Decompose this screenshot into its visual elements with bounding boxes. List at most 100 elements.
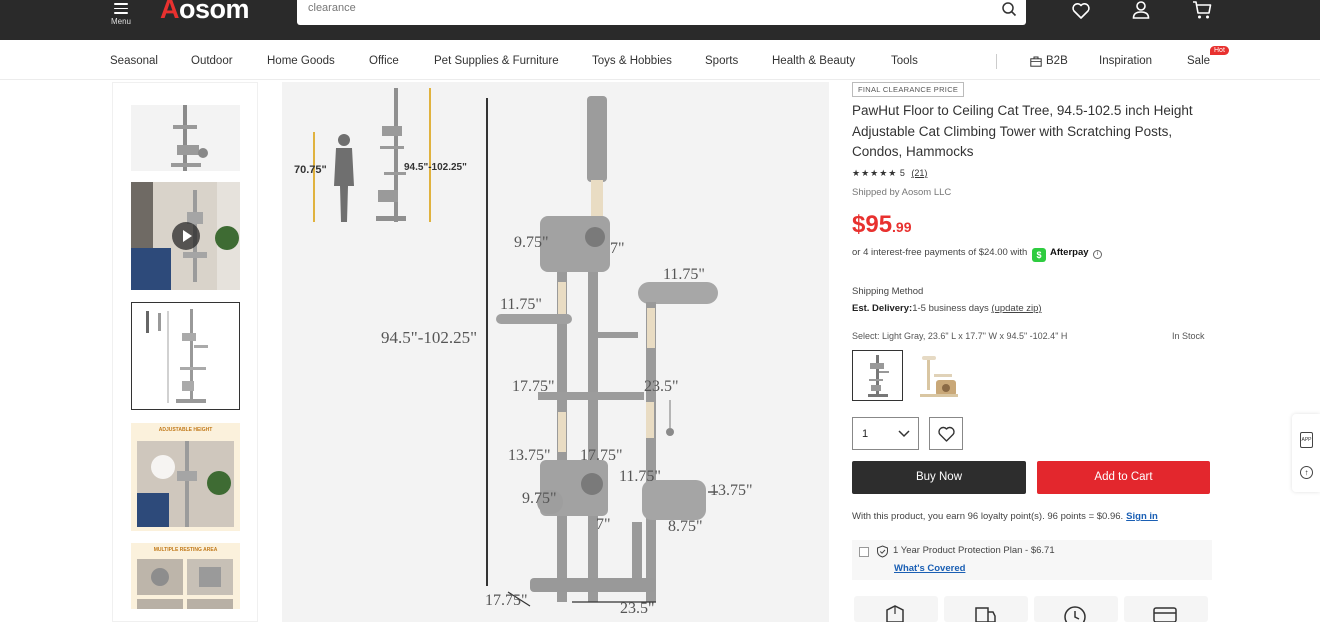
loyalty-points-line: With this product, you earn 96 loyalty p… — [852, 511, 1158, 522]
price-dollars: $95 — [852, 211, 893, 238]
add-to-cart-button[interactable]: Add to Cart — [1037, 461, 1210, 494]
shipping-method-label: Shipping Method — [852, 286, 924, 297]
rating-stars-icon: ★★★★★ — [852, 168, 898, 178]
nav-seasonal[interactable]: Seasonal — [110, 55, 158, 67]
floating-side-tools: APP ↑ — [1292, 414, 1320, 492]
variant-swatch-light-gray[interactable] — [852, 350, 903, 401]
feature-box-3 — [1034, 596, 1118, 622]
feature-box-1 — [854, 596, 938, 622]
back-to-top-icon[interactable]: ↑ — [1300, 466, 1313, 479]
nav-office[interactable]: Office — [369, 55, 399, 67]
app-download-icon[interactable]: APP — [1300, 432, 1313, 448]
dim-label-15: 23.5" — [620, 600, 655, 617]
review-count-link[interactable]: (21) — [911, 168, 927, 178]
main-product-image[interactable]: 70.75" 94.5"-102.25" 94.5"-102.25" 9.75"… — [282, 82, 829, 622]
thumbnail-adjustable-height[interactable]: ADJUSTABLE HEIGHT — [131, 423, 240, 531]
variant-swatch-beige[interactable] — [912, 350, 963, 401]
thumbnail-resting-area[interactable]: MULTIPLE RESTING AREA — [131, 543, 240, 609]
nav-sale[interactable]: Sale — [1187, 55, 1210, 67]
nav-inspiration[interactable]: Inspiration — [1099, 55, 1152, 67]
dim-label-14: 17.75" — [485, 592, 528, 609]
variant-select-text: Select: Light Gray, 23.6" L x 17.7" W x … — [852, 331, 1068, 341]
quantity-select[interactable]: 1 — [852, 417, 919, 450]
nav-divider — [996, 54, 997, 69]
play-video-icon[interactable] — [172, 222, 200, 250]
nav-b2b[interactable]: B2B — [1046, 55, 1068, 67]
dim-label-3: 11.75" — [663, 266, 705, 283]
feature-box-4 — [1124, 596, 1208, 622]
product-title: PawHut Floor to Ceiling Cat Tree, 94.5-1… — [852, 103, 1193, 159]
shield-icon — [877, 545, 888, 558]
dim-label-9: 11.75" — [619, 468, 661, 485]
dim-tree-range: 94.5"-102.25" — [381, 328, 478, 347]
afterpay-text: or 4 interest-free payments of $24.00 wi… — [852, 247, 1028, 258]
package-icon — [886, 605, 904, 622]
search-input[interactable] — [308, 2, 958, 14]
menu-button[interactable]: Menu — [108, 0, 134, 26]
feature-box-2 — [944, 596, 1028, 622]
afterpay-logo-icon: $ — [1031, 248, 1046, 262]
swatch-gray-tree-image — [868, 355, 889, 397]
nav-outdoor[interactable]: Outdoor — [191, 55, 233, 67]
dim-label-4: 11.75" — [500, 296, 542, 313]
shipped-by: Shipped by Aosom LLC — [852, 187, 952, 198]
search-icon[interactable] — [1001, 1, 1017, 17]
hot-badge: Hot — [1210, 46, 1229, 55]
final-clearance-badge: FINAL CLEARANCE PRICE — [852, 82, 965, 97]
protection-plan-checkbox[interactable] — [859, 547, 869, 557]
whats-covered-link[interactable]: What's Covered — [894, 563, 965, 574]
loyalty-text: With this product, you earn 96 loyalty p… — [852, 511, 1124, 522]
thumbnail-3-selected[interactable] — [131, 302, 240, 410]
credit-card-icon — [1153, 607, 1177, 622]
thumb-caption-resting: MULTIPLE RESTING AREA — [153, 547, 218, 553]
swatch-beige-tree-image — [920, 356, 958, 397]
info-icon[interactable]: i — [1093, 250, 1103, 259]
dim-label-10: 9.75" — [522, 490, 557, 507]
nav-tools[interactable]: Tools — [891, 55, 918, 67]
nav-sports[interactable]: Sports — [705, 55, 738, 67]
dim-label-6: 23.5" — [644, 378, 679, 395]
nav-health-beauty[interactable]: Health & Beauty — [772, 55, 855, 67]
dim-label-7: 13.75" — [508, 447, 551, 464]
rating-row: ★★★★★ 5 (21) — [852, 168, 927, 179]
hamburger-icon — [114, 3, 128, 14]
clock-icon — [1064, 606, 1086, 622]
protection-plan-label: 1 Year Product Protection Plan - $6.71 — [893, 545, 1055, 556]
est-delivery: Est. Delivery:1-5 business days (update … — [852, 303, 1042, 314]
aosom-logo[interactable]: Aosom — [160, 0, 250, 25]
cat-tree-thumb-image — [171, 105, 208, 171]
est-delivery-label: Est. Delivery: — [852, 303, 913, 314]
est-delivery-value: 1-5 business days — [912, 303, 989, 314]
thumbnail-video[interactable] — [131, 182, 240, 290]
nav-home-goods[interactable]: Home Goods — [267, 55, 335, 67]
update-zip-link[interactable]: (update zip) — [991, 303, 1041, 314]
dim-label-5: 17.75" — [512, 378, 555, 395]
category-nav: Seasonal Outdoor Home Goods Office Pet S… — [0, 40, 1320, 80]
account-user-icon[interactable] — [1130, 0, 1152, 22]
dim-tree-range-small: 94.5"-102.25" — [404, 162, 467, 173]
dim-label-11: 13.75" — [710, 482, 753, 499]
dim-label-1: 9.75" — [514, 234, 549, 251]
protection-plan-box: 1 Year Product Protection Plan - $6.71 W… — [852, 540, 1212, 580]
dimensions-thumb-image — [146, 309, 208, 403]
heart-icon — [938, 426, 955, 442]
nav-pet-supplies[interactable]: Pet Supplies & Furniture — [434, 55, 559, 67]
price-cents: .99 — [892, 219, 912, 235]
search-bar — [297, 0, 1026, 25]
cat-tree-dimension-diagram — [313, 88, 718, 607]
afterpay-brand: Afterpay — [1049, 247, 1089, 258]
thumbnail-1[interactable] — [131, 105, 240, 171]
quantity-value: 1 — [862, 428, 869, 440]
buy-now-button[interactable]: Buy Now — [852, 461, 1026, 494]
top-bar: Menu Aosom — [0, 0, 1320, 40]
b2b-briefcase-icon — [1030, 56, 1042, 67]
shopping-cart-icon[interactable] — [1191, 0, 1213, 22]
nav-toys-hobbies[interactable]: Toys & Hobbies — [592, 55, 672, 67]
thumb-caption-adjustable: ADJUSTABLE HEIGHT — [158, 427, 213, 433]
menu-label: Menu — [110, 16, 131, 26]
dim-label-8: 17.75" — [580, 447, 623, 464]
wishlist-heart-icon[interactable] — [1070, 0, 1092, 22]
chevron-down-icon — [898, 430, 910, 438]
add-to-wishlist-button[interactable] — [929, 417, 963, 450]
sign-in-link[interactable]: Sign in — [1126, 511, 1158, 522]
